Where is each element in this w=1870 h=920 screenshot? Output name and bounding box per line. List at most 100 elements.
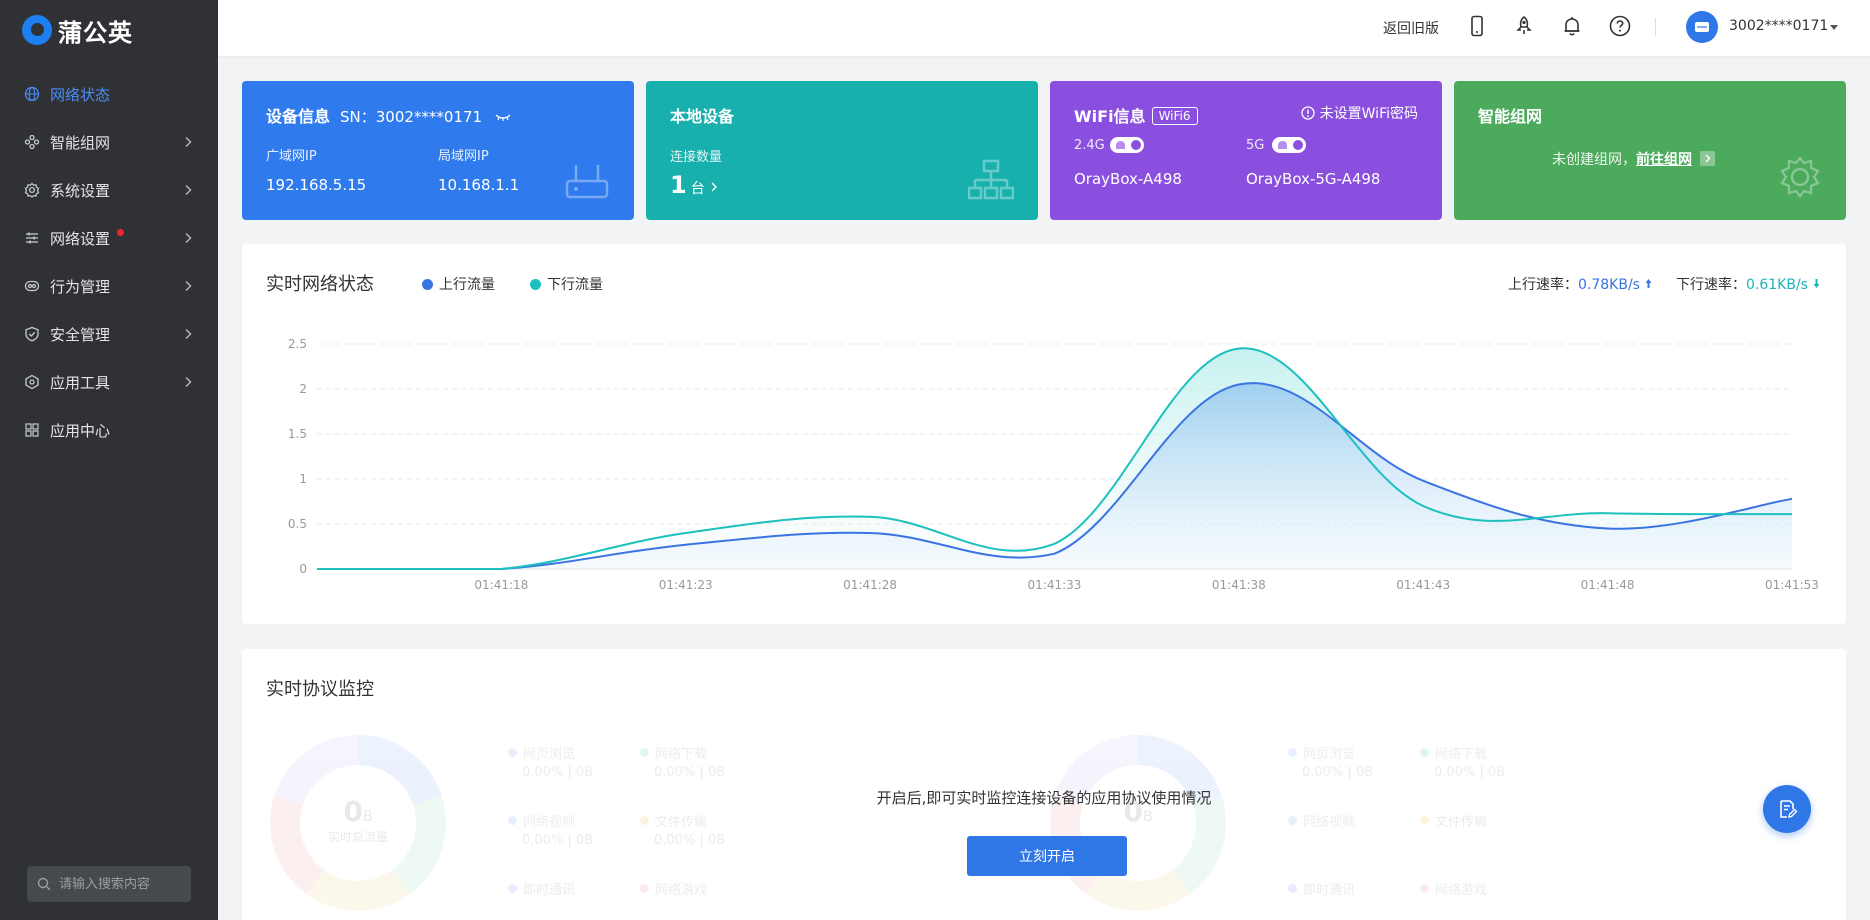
- help-icon[interactable]: [1608, 14, 1632, 38]
- sidebar-item-5[interactable]: 行为管理: [0, 262, 218, 310]
- device-info-card: 设备信息 SN：3002****0171 广域网IP 192.168.5.15 局…: [242, 81, 634, 220]
- gear-icon: [24, 182, 40, 198]
- network-icon: [24, 134, 40, 150]
- phone-icon[interactable]: [1465, 14, 1489, 38]
- avatar[interactable]: [1686, 11, 1718, 43]
- sidebar-item-label: 应用中心: [50, 421, 111, 440]
- wifi-24g-toggle[interactable]: [1110, 137, 1144, 153]
- enable-monitor-button[interactable]: 立刻开启: [967, 836, 1127, 876]
- eye-icon: [24, 280, 40, 292]
- y-tick-label: 0: [299, 562, 307, 576]
- brand-mark-icon: [22, 15, 52, 45]
- topbar-divider: [1655, 18, 1656, 36]
- sidebar-item-2[interactable]: 智能组网: [0, 118, 218, 166]
- x-tick-label: 01:41:38: [1212, 578, 1266, 592]
- brand-logo[interactable]: 蒲公英: [22, 12, 133, 48]
- sidebar-item-label: 系统设置: [50, 181, 111, 200]
- connection-count-unit: 台: [690, 181, 705, 197]
- x-tick-label: 01:41:28: [843, 578, 897, 592]
- brand-name: 蒲公英: [58, 18, 133, 47]
- protocol-monitor-title: 实时协议监控: [266, 679, 374, 700]
- x-tick-label: 01:41:48: [1581, 578, 1635, 592]
- go-to-mesh-link[interactable]: 前往组网: [1636, 152, 1692, 168]
- hexagon-icon: [25, 374, 39, 390]
- sidebar-item-6[interactable]: 安全管理: [0, 310, 218, 358]
- user-account-name[interactable]: 3002****0171: [1729, 18, 1828, 34]
- sidebar-item-8[interactable]: 应用中心: [0, 406, 218, 454]
- wan-ip-label: 广域网IP: [266, 149, 317, 164]
- feedback-button[interactable]: [1763, 785, 1811, 833]
- topology-icon: [968, 159, 1014, 200]
- protocol-enable-message: 开启后,即可实时监控连接设备的应用协议使用情况: [876, 789, 1212, 807]
- sidebar: 蒲公英 网络状态智能组网系统设置网络设置行为管理安全管理应用工具应用中心: [0, 0, 218, 920]
- gear-outline-icon: [1780, 156, 1820, 198]
- device-sn: SN：3002****0171: [340, 108, 483, 126]
- back-to-old-version-link[interactable]: 返回旧版: [1383, 18, 1439, 38]
- sidebar-item-label: 应用工具: [50, 373, 111, 392]
- connection-count-label: 连接数量: [670, 150, 723, 165]
- search-icon: [37, 877, 51, 891]
- sidebar-item-7[interactable]: 应用工具: [0, 358, 218, 406]
- mesh-status-text: 未创建组网，前往组网: [1552, 149, 1715, 169]
- protocol-monitor-panel: 实时协议监控 0B 实时总流量 网页浏览 网络下载 0.00% | 0B 0.0…: [242, 649, 1846, 920]
- local-devices-card: 本地设备 连接数量 1 台: [646, 81, 1038, 220]
- rocket-icon[interactable]: [1512, 14, 1536, 38]
- chevron-right-icon: [185, 281, 192, 291]
- chevron-right-icon: [185, 185, 192, 195]
- wifi-5g-toggle[interactable]: [1272, 137, 1306, 153]
- x-tick-label: 01:41:33: [1028, 578, 1082, 592]
- wan-ip-value: 192.168.5.15: [266, 176, 367, 194]
- shield-icon: [25, 326, 39, 342]
- y-tick-label: 1: [299, 472, 307, 486]
- sidebar-item-4[interactable]: 网络设置: [0, 214, 218, 262]
- realtime-network-panel: 实时网络状态 上行流量 下行流量 上行速率：0.78KB/s 下行速率：0.61…: [242, 244, 1846, 624]
- sidebar-item-label: 安全管理: [50, 325, 111, 344]
- device-icon: [1695, 22, 1709, 32]
- edit-document-icon: [1780, 800, 1798, 818]
- sidebar-item-label: 智能组网: [50, 133, 111, 152]
- notification-dot: [117, 229, 124, 236]
- chevron-right-icon: [185, 233, 192, 243]
- sidebar-search[interactable]: [27, 866, 191, 902]
- y-tick-label: 1.5: [288, 427, 307, 441]
- series-area-1: [317, 383, 1792, 569]
- local-devices-title: 本地设备: [670, 107, 735, 126]
- lan-ip-label: 局域网IP: [438, 149, 489, 164]
- arrow-right-icon[interactable]: [1700, 151, 1715, 166]
- wifi6-badge: WiFi6: [1151, 107, 1198, 125]
- wifi-password-warning[interactable]: 未设置WiFi密码: [1300, 103, 1418, 123]
- y-tick-label: 0.5: [288, 517, 307, 531]
- globe-icon: [24, 86, 40, 102]
- bell-icon[interactable]: [1560, 14, 1584, 38]
- caret-down-icon[interactable]: [1830, 25, 1838, 30]
- sidebar-item-label: 行为管理: [50, 277, 111, 296]
- x-tick-label: 01:41:43: [1396, 578, 1450, 592]
- ssid-5g: OrayBox-5G-A498: [1246, 170, 1381, 188]
- device-info-title: 设备信息 SN：3002****0171: [266, 103, 610, 127]
- connection-count-link[interactable]: 1 台: [670, 171, 719, 199]
- chevron-right-icon: [711, 182, 717, 192]
- band-24g-label: 2.4G: [1074, 138, 1105, 153]
- y-tick-label: 2: [299, 382, 307, 396]
- chevron-right-icon: [185, 377, 192, 387]
- router-icon: [565, 165, 609, 199]
- connection-count-value: 1: [670, 171, 687, 199]
- sidebar-search-input[interactable]: [59, 876, 179, 892]
- lan-ip-value: 10.168.1.1: [438, 176, 520, 194]
- smart-mesh-title: 智能组网: [1478, 107, 1543, 126]
- chevron-right-icon: [185, 137, 192, 147]
- sidebar-item-3[interactable]: 系统设置: [0, 166, 218, 214]
- eye-closed-icon[interactable]: [494, 112, 512, 122]
- x-tick-label: 01:41:53: [1765, 578, 1819, 592]
- ssid-24g: OrayBox-A498: [1074, 170, 1182, 188]
- smart-mesh-card: 智能组网 未创建组网，前往组网: [1454, 81, 1846, 220]
- wifi-info-card: WiFi信息 WiFi6 未设置WiFi密码 2.4G OrayBox-A498 …: [1050, 81, 1442, 220]
- topbar: 返回旧版 3002****0171: [218, 0, 1870, 56]
- sidebar-item-1[interactable]: 网络状态: [0, 70, 218, 118]
- network-traffic-chart: 0 0.5 1 1.5 2 2.5 01:41:18 01:41:23 01:41:28 01:4…: [288, 337, 1819, 592]
- band-5g-label: 5G: [1246, 138, 1265, 153]
- sidebar-item-label: 网络状态: [50, 85, 111, 104]
- x-tick-label: 01:41:23: [659, 578, 713, 592]
- sliders-icon: [26, 232, 38, 244]
- grid-icon: [25, 423, 39, 437]
